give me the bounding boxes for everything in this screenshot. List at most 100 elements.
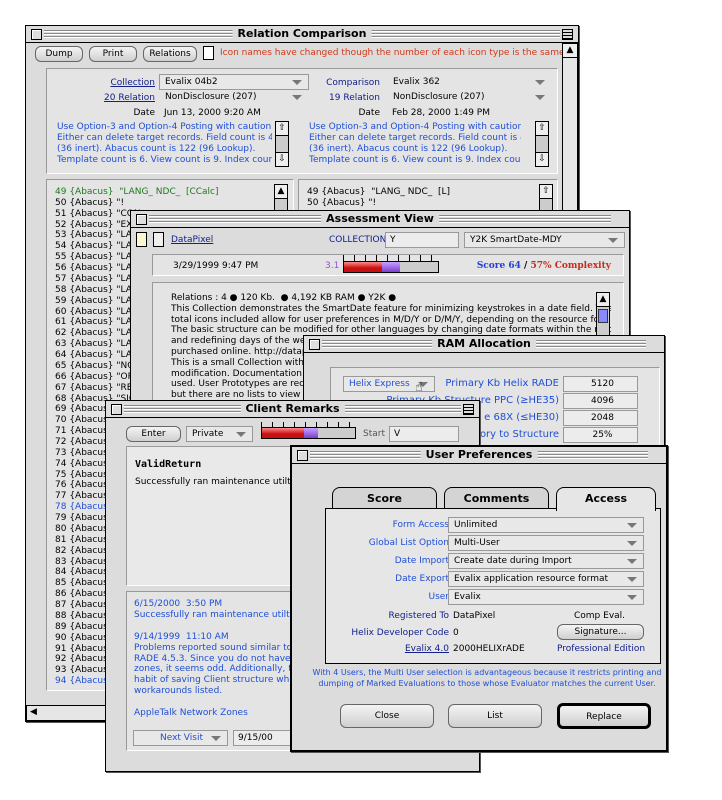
privacy-dropdown[interactable]: Private (186, 426, 253, 442)
window-title: Client Remarks (240, 402, 345, 415)
field-label: Date Import (394, 556, 449, 566)
collapse-box[interactable] (562, 29, 573, 40)
rating-value: 3.1 (325, 261, 340, 271)
close-box[interactable] (297, 450, 308, 461)
close-box[interactable] (111, 404, 122, 415)
start-field[interactable]: V (389, 426, 459, 442)
replace-button[interactable]: Replace (557, 703, 651, 729)
field-dropdown[interactable]: Create date during Import (448, 553, 644, 569)
owner-link[interactable]: DataPixel (171, 235, 213, 245)
relation-dropdown[interactable]: NonDisclosure (207) (159, 89, 309, 105)
registered-value: DataPixel (453, 611, 496, 621)
relation-link[interactable]: 20 Relation (104, 93, 155, 103)
collapse-box[interactable] (463, 404, 474, 415)
list-item[interactable]: 63 {Abacus} "LAN (55, 339, 139, 350)
start-label: Start (363, 429, 385, 439)
template-dropdown[interactable]: Y2K SmartDate-MDY (464, 232, 625, 248)
ram-label: Primary Kb Helix RADE (445, 378, 559, 389)
field-label: Form Access (392, 520, 449, 530)
collection-field[interactable]: Y (385, 232, 459, 248)
collection-note: Use Option-3 and Option-4 Posting with c… (57, 122, 272, 165)
collection-link[interactable]: Collection (110, 78, 155, 88)
note-icon[interactable] (136, 232, 147, 247)
relation-dropdown-right[interactable]: NonDisclosure (207) (387, 89, 552, 105)
list-item[interactable]: 57 {Abacus} "LAN (55, 274, 139, 285)
collection-label: COLLECTION (329, 235, 387, 245)
date-label: Date (133, 108, 155, 118)
list-item[interactable]: 62 {Abacus} "LAN (55, 328, 139, 339)
close-button[interactable]: Close (340, 704, 434, 728)
notice-text: Icon names have changed though the numbe… (220, 48, 568, 58)
title-bar[interactable]: User Preferences (292, 447, 666, 464)
tab-access[interactable]: Access (556, 487, 656, 511)
tab-comments[interactable]: Comments (444, 487, 549, 509)
list-item[interactable]: 64 {Abacus} "LAN (55, 350, 139, 361)
ram-label: e 68X (≤HE30) (484, 412, 559, 423)
comparison-dropdown[interactable]: Evalix 362 (387, 74, 552, 90)
comparison-label: Comparison (326, 78, 380, 88)
print-button[interactable]: Print (89, 46, 137, 62)
note-scrollbar-right[interactable]: ⇧ ⇩ (535, 121, 549, 167)
list-item[interactable]: 67 {Abacus} "RECI (55, 383, 141, 394)
list-button[interactable]: List (448, 704, 542, 728)
list-item[interactable]: 49 {Abacus} "LANG_ NDC_ [CCalc] (55, 187, 219, 198)
remark-heading: ValidReturn (135, 459, 202, 470)
ram-label: ory to Structure (479, 429, 559, 440)
version-link[interactable]: Evalix 4.0 (405, 644, 449, 654)
list-item[interactable]: 58 {Abacus} "LAN (55, 285, 139, 296)
list-item[interactable]: 51 {Abacus} "CON (55, 209, 141, 220)
score: Score 64 (476, 261, 521, 271)
field-dropdown[interactable]: Evalix (448, 589, 644, 605)
date-label-right: Date (358, 108, 380, 118)
comparison-header-panel: Collection Evalix 04b2 20 Relation NonDi… (46, 68, 558, 174)
rating-panel: 3/29/1999 9:47 PM 3.1 Score 64 / 57% Com… (152, 254, 624, 276)
next-visit-dropdown[interactable]: Next Visit (133, 730, 228, 746)
user-preferences-window: User Preferences Score Comments Access F… (290, 445, 668, 752)
field-dropdown[interactable]: Evalix application resource format (448, 571, 644, 587)
multi-user-note: With 4 Users, the Multi User selection i… (312, 668, 662, 688)
title-bar[interactable]: Assessment View (131, 211, 629, 228)
list-item[interactable]: 61 {Abacus} "LAN (55, 317, 139, 328)
date-value-right: Feb 28, 2000 1:49 PM (392, 108, 490, 118)
list-item[interactable]: 55 {Abacus} "LAN (55, 252, 139, 263)
collection-dropdown[interactable]: Evalix 04b2 (159, 74, 309, 90)
developer-code-value: 0 (453, 628, 459, 638)
list-item[interactable]: 53 {Abacus} "LAN (55, 230, 139, 241)
list-item[interactable]: 59 {Abacus} "LAN (55, 296, 139, 307)
complexity: 57% Complexity (530, 261, 611, 271)
note-scrollbar[interactable]: ⇧ ⇩ (275, 121, 289, 167)
list-item[interactable]: 56 {Abacus} "LAN (55, 263, 139, 274)
ram-value-field[interactable]: 4096 (563, 393, 638, 409)
title-bar[interactable]: Client Remarks (106, 401, 479, 418)
close-box[interactable] (136, 214, 147, 225)
remark-summary: Successfully ran maintenance utilti (135, 477, 294, 487)
title-bar[interactable]: Relation Comparison (26, 26, 578, 43)
tab-score[interactable]: Score (332, 487, 437, 509)
list-item[interactable]: 65 {Abacus} "NON (55, 361, 141, 372)
title-bar[interactable]: RAM Allocation (304, 336, 664, 353)
list-item[interactable]: 50 {Abacus} "! (307, 198, 376, 209)
relations-button[interactable]: Relations (143, 46, 197, 62)
serial-value: 2000HELIXrADE (453, 644, 525, 654)
rating-bar (343, 261, 439, 273)
list-item[interactable]: 49 {Abacus} "LANG_ NDC_ [L] (307, 187, 450, 198)
field-dropdown[interactable]: Multi-User (448, 535, 644, 551)
close-box[interactable] (309, 339, 320, 350)
comparison-note: Use Option-3 and Option-4 Posting with c… (309, 122, 521, 165)
ram-value-field[interactable]: 25% (563, 427, 638, 443)
document-icon[interactable] (153, 232, 164, 247)
list-item[interactable]: 52 {Abacus} "EXP (55, 220, 138, 231)
signature-button[interactable]: Signature... (557, 624, 644, 640)
field-dropdown[interactable]: Unlimited (448, 517, 644, 533)
enter-button[interactable]: Enter (126, 426, 181, 442)
ram-value-field[interactable]: 2048 (563, 410, 638, 426)
list-item[interactable]: 54 {Abacus} "LAN (55, 241, 139, 252)
dump-button[interactable]: Dump (35, 46, 83, 62)
close-box[interactable] (31, 29, 42, 40)
document-icon (203, 46, 214, 60)
ram-value-field[interactable]: 5120 (563, 376, 638, 392)
registered-label: Registered To (388, 611, 449, 621)
list-item[interactable]: 60 {Abacus} "LAN (55, 307, 139, 318)
edition: Professional Edition (557, 644, 646, 654)
list-item[interactable]: 50 {Abacus} "! (55, 198, 124, 209)
